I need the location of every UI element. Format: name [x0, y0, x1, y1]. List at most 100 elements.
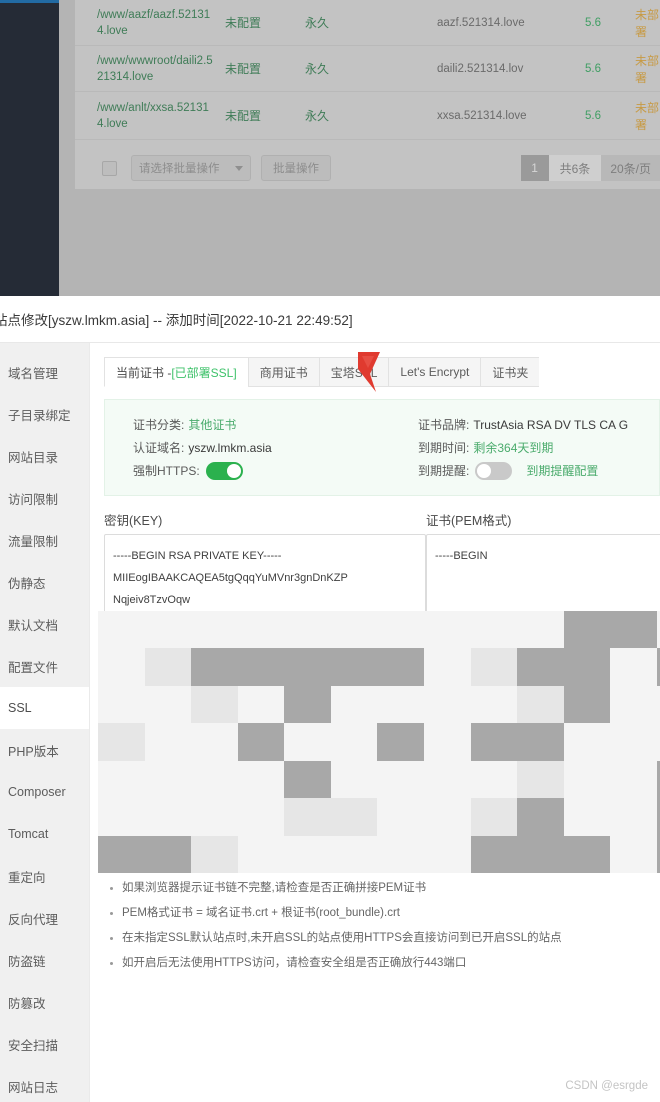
force-https-toggle[interactable]	[205, 461, 243, 480]
select-all-checkbox[interactable]	[102, 160, 117, 176]
tab-current-cert[interactable]: 当前证书 - [已部署SSL]	[104, 357, 248, 387]
pagination-page-1[interactable]: 1	[520, 155, 549, 181]
cert-fields: 密钥(KEY) -----BEGIN RSA PRIVATE KEY----- …	[104, 510, 660, 796]
sidebar-item-php-version[interactable]: PHP版本	[0, 729, 89, 771]
tip-suffix: 。	[379, 857, 392, 869]
site-edit-modal: 站点修改[yszw.lmkm.asia] -- 添加时间[2022-10-21 …	[0, 296, 660, 1102]
cell-path[interactable]: /www/aazf/aazf.521314.love	[97, 7, 217, 39]
cert-domain-label: 认证域名:	[133, 441, 185, 455]
save-button[interactable]: 保存	[104, 812, 156, 840]
sidebar-item-label: Composer	[8, 785, 66, 799]
sidebar-item-label: Tomcat	[8, 827, 49, 841]
sidebar-item-label: 防盗链	[8, 954, 46, 969]
cell-path[interactable]: /www/wwwroot/daili2.521314.love	[97, 53, 217, 85]
modal-body: 域名管理 子目录绑定 网站目录 访问限制 流量限制 伪静态 默认文档 配置文件 …	[0, 343, 660, 1102]
sidebar-item-config-file[interactable]: 配置文件	[0, 645, 89, 687]
sidebar-item-reverse-proxy[interactable]: 反向代理	[0, 897, 89, 939]
tab-current-cert-label: 当前证书 -	[116, 365, 172, 380]
batch-operation-button[interactable]: 批量操作	[261, 155, 331, 181]
cell-php[interactable]: 5.6	[585, 63, 601, 75]
cert-category-label: 证书分类:	[133, 418, 185, 432]
sidebar-item-tomcat[interactable]: Tomcat	[0, 813, 89, 855]
sidebar-item-subdir-bind[interactable]: 子目录绑定	[0, 393, 89, 435]
cell-domain: aazf.521314.love	[437, 16, 525, 29]
sidebar-item-access-limit[interactable]: 访问限制	[0, 477, 89, 519]
batch-operation-select[interactable]: 请选择批量操作	[131, 155, 251, 181]
site-list-table: /www/aazf/aazf.521314.love 未配置 永久 aazf.5…	[75, 0, 660, 140]
cell-config: 未配置	[225, 62, 262, 76]
expire-remind-toggle[interactable]	[475, 461, 513, 480]
tip-help-link[interactable]: [帮助]	[350, 857, 379, 869]
sidebar-item-label: 伪静态	[8, 576, 46, 591]
tab-bt-ssl[interactable]: 宝塔SSL	[318, 357, 389, 387]
tab-bt-ssl-label: 宝塔SSL	[330, 365, 378, 380]
pagination: 1 共6条 20条/页	[520, 155, 660, 181]
expire-remind-config-link[interactable]: 到期提醒配置	[526, 462, 598, 479]
tip-item: 在未指定SSL默认站点时,未开启SSL的站点使用HTTPS会直接访问到已开启SS…	[104, 931, 660, 946]
tip-item: 如果浏览器提示证书链不完整,请检查是否正确拼接PEM证书	[104, 881, 660, 896]
cert-brand-value: TrustAsia RSA DV TLS CA G	[473, 417, 629, 432]
tip-text: 在未指定SSL默认站点时,未开启SSL的站点使用HTTPS会直接访问到已开启SS…	[122, 932, 562, 944]
ssl-panel: 当前证书 - [已部署SSL] 商用证书 宝塔SSL Let's Encrypt…	[90, 343, 660, 1102]
sidebar-item-site-log[interactable]: 网站日志	[0, 1065, 89, 1102]
key-field-label: 密钥(KEY)	[104, 514, 163, 528]
sidebar-item-label: 反向代理	[8, 912, 59, 927]
sidebar-item-anti-tamper[interactable]: 防篡改	[0, 981, 89, 1023]
tab-commercial-cert-label: 商用证书	[259, 365, 308, 380]
bullet-icon	[110, 887, 113, 890]
pem-textarea[interactable]: -----BEGIN JKoZIhvcNAQ	[426, 534, 660, 796]
sidebar-item-anti-leech[interactable]: 防盗链	[0, 939, 89, 981]
tab-cert-folder[interactable]: 证书夹	[480, 357, 540, 387]
key-textarea[interactable]: -----BEGIN RSA PRIVATE KEY----- MIIEogIB…	[104, 534, 426, 796]
csdn-watermark: CSDN @esrgde	[565, 1080, 648, 1092]
bullet-icon	[110, 912, 113, 915]
tip-text: 如果浏览器提示证书链不完整,请检查是否正确拼接PEM证书	[122, 882, 427, 894]
cert-brand-row: 证书品牌: TrustAsia RSA DV TLS CA G	[418, 413, 628, 436]
cert-expire-row: 到期时间: 剩余364天到期	[418, 436, 628, 459]
cell-ssl-status[interactable]: 未部署	[635, 52, 660, 86]
table-row[interactable]: /www/aazf/aazf.521314.love 未配置 永久 aazf.5…	[75, 0, 660, 46]
pem-field-label: 证书(PEM格式)	[426, 514, 512, 528]
cell-path[interactable]: /www/anlt/xxsa.521314.love	[97, 100, 217, 132]
sidebar-item-label: 防篡改	[8, 996, 46, 1011]
cell-config: 未配置	[225, 109, 262, 123]
pagination-page-size[interactable]: 20条/页	[601, 155, 660, 181]
bullet-icon	[110, 962, 113, 965]
cell-php[interactable]: 5.6	[585, 17, 601, 29]
cert-brand-label: 证书品牌:	[418, 418, 470, 432]
cell-expire: 永久	[305, 16, 330, 30]
cert-expire-value: 剩余364天到期	[473, 441, 554, 455]
key-field-group: 密钥(KEY) -----BEGIN RSA PRIVATE KEY----- …	[104, 510, 426, 796]
bullet-icon	[110, 937, 113, 940]
sidebar-item-label: 重定向	[8, 870, 46, 885]
sidebar-item-ssl[interactable]: SSL	[0, 687, 89, 729]
sidebar-item-composer[interactable]: Composer	[0, 771, 89, 813]
sidebar-item-site-dir[interactable]: 网站目录	[0, 435, 89, 477]
sidebar-item-rewrite[interactable]: 伪静态	[0, 561, 89, 603]
tab-lets-encrypt-label: Let's Encrypt	[400, 365, 470, 379]
cert-domain-value: yszw.lmkm.asia	[188, 440, 272, 455]
expire-remind-row: 到期提醒: 到期提醒配置	[418, 459, 628, 482]
cert-category-value: 其他证书	[188, 418, 237, 432]
cell-expire: 永久	[305, 62, 330, 76]
sidebar-item-traffic-limit[interactable]: 流量限制	[0, 519, 89, 561]
sidebar-item-security-scan[interactable]: 安全扫描	[0, 1023, 89, 1065]
sidebar-item-domain-manage[interactable]: 域名管理	[0, 351, 89, 393]
cell-php[interactable]: 5.6	[585, 110, 601, 122]
sidebar-item-redirect[interactable]: 重定向	[0, 855, 89, 897]
download-cert-button[interactable]: 下载证书	[165, 812, 244, 840]
cell-ssl-status[interactable]: 未部署	[635, 6, 660, 40]
close-ssl-button[interactable]: 关闭SSL	[253, 812, 330, 840]
expire-remind-label: 到期提醒:	[418, 464, 470, 478]
cell-ssl-status[interactable]: 未部署	[635, 99, 660, 133]
sidebar-item-label: 网站日志	[8, 1080, 59, 1095]
tab-lets-encrypt[interactable]: Let's Encrypt	[388, 357, 481, 387]
table-row[interactable]: /www/wwwroot/daili2.521314.love 未配置 永久 d…	[75, 46, 660, 92]
sidebar-item-default-doc[interactable]: 默认文档	[0, 603, 89, 645]
table-row[interactable]: /www/anlt/xxsa.521314.love 未配置 永久 xxsa.5…	[75, 92, 660, 140]
ssl-tips-list: 粘贴您的*.key以及*.pem内容，然后保存即可[帮助]。 如果浏览器提示证书…	[104, 856, 660, 971]
cell-domain: xxsa.521314.love	[437, 109, 527, 122]
tab-commercial-cert[interactable]: 商用证书	[247, 357, 319, 387]
modal-sidebar: 域名管理 子目录绑定 网站目录 访问限制 流量限制 伪静态 默认文档 配置文件 …	[0, 343, 90, 1102]
modal-title: 站点修改[yszw.lmkm.asia] -- 添加时间[2022-10-21 …	[0, 313, 353, 328]
